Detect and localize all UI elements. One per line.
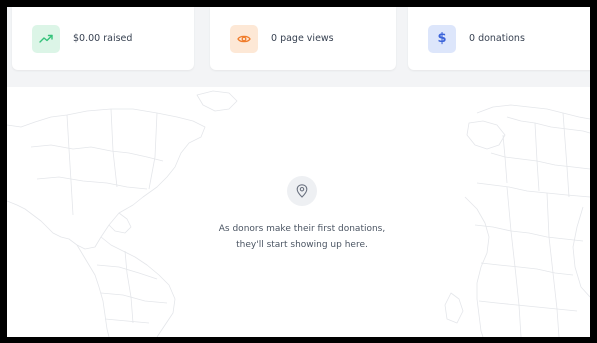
dollar-icon: $	[428, 24, 456, 53]
dashboard-viewport: $0.00 raised 0 page views $ 0 donations	[7, 7, 590, 337]
page-views-count: 0 page views	[271, 33, 334, 44]
donations-stat-card: $ 0 donations	[408, 7, 590, 70]
screen-frame: $0.00 raised 0 page views $ 0 donations	[0, 0, 597, 343]
map-pin-icon	[287, 176, 317, 206]
eye-icon	[230, 24, 258, 53]
donor-map-panel: As donors make their first donations, th…	[7, 87, 590, 337]
empty-state: As donors make their first donations, th…	[7, 87, 590, 337]
stats-row: $0.00 raised 0 page views $ 0 donations	[7, 7, 590, 87]
donations-count: 0 donations	[469, 33, 525, 44]
raised-stat-card: $0.00 raised	[12, 7, 194, 70]
page-views-stat-card: 0 page views	[210, 7, 396, 70]
raised-amount: $0.00 raised	[73, 33, 133, 44]
empty-state-message-line-2: they'll start showing up here.	[236, 240, 368, 250]
empty-state-message-line-1: As donors make their first donations,	[218, 224, 386, 234]
trending-up-icon	[32, 24, 60, 53]
